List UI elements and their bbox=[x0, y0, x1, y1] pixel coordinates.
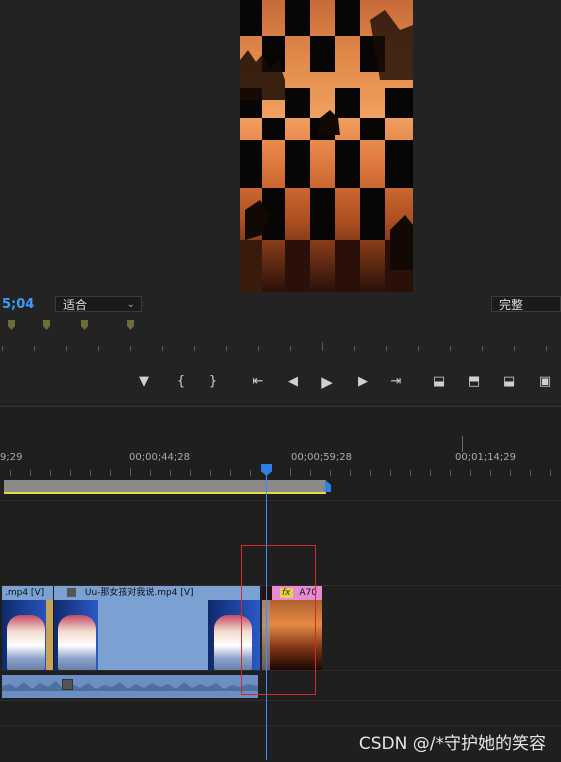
marker-icon[interactable] bbox=[81, 320, 88, 330]
go-to-in-icon: ⇤ bbox=[252, 374, 264, 389]
extract-icon: ⬒ bbox=[467, 374, 481, 389]
insert-button[interactable]: ⬓ bbox=[499, 371, 519, 393]
ruler-time: 9;29 bbox=[0, 452, 23, 463]
zoom-fit-dropdown[interactable]: 适合 ⌄ bbox=[55, 296, 142, 312]
highlight-box bbox=[241, 545, 316, 695]
play-icon: ▶ bbox=[321, 373, 333, 391]
step-back-button[interactable]: ◀ bbox=[283, 371, 303, 393]
resolution-dropdown[interactable]: 完整 bbox=[491, 296, 561, 312]
go-to-out-icon: ⇥ bbox=[390, 374, 402, 389]
step-forward-icon: ▶ bbox=[358, 374, 368, 389]
mark-out-button[interactable]: } bbox=[203, 371, 223, 393]
insert-icon: ⬓ bbox=[502, 374, 516, 389]
playhead-timecode[interactable]: 5;04 bbox=[2, 297, 34, 312]
marker-icon[interactable] bbox=[8, 320, 15, 330]
video-preview bbox=[240, 0, 413, 292]
clip-thumbnail bbox=[7, 615, 45, 670]
clip-name: Uu-那女孩对我说.mp4 [V] bbox=[84, 588, 194, 598]
clip-label: .mp4 [V] bbox=[5, 588, 45, 598]
clip-label: Uu-那女孩对我说.mp4 [V] bbox=[64, 586, 194, 600]
timeline-ruler[interactable] bbox=[0, 468, 561, 478]
play-button[interactable]: ▶ bbox=[317, 371, 337, 393]
marker-icon[interactable] bbox=[127, 320, 134, 330]
video-clip[interactable]: Uu-那女孩对我说.mp4 [V] bbox=[54, 586, 260, 670]
watermark: CSDN @/*守护她的笑容 bbox=[358, 734, 546, 754]
mark-in-icon: { bbox=[176, 374, 186, 389]
camera-icon: ▣ bbox=[538, 374, 552, 389]
export-frame-button[interactable]: ▣ bbox=[535, 371, 555, 393]
ruler-time: 00;00;44;28 bbox=[129, 452, 191, 463]
ruler-time: 00;00;59;28 bbox=[291, 452, 353, 463]
add-marker-button[interactable]: ▼ bbox=[134, 371, 154, 393]
clip-thumbnail bbox=[58, 615, 96, 670]
video-clip[interactable]: .mp4 [V] bbox=[2, 586, 53, 670]
go-to-out-button[interactable]: ⇥ bbox=[386, 371, 406, 393]
ruler-time: 00;01;14;29 bbox=[455, 452, 517, 463]
step-forward-button[interactable]: ▶ bbox=[353, 371, 373, 393]
monitor-time-ruler[interactable] bbox=[0, 338, 561, 352]
mark-out-icon: } bbox=[208, 374, 218, 389]
go-to-in-button[interactable]: ⇤ bbox=[248, 371, 268, 393]
rendered-indicator bbox=[4, 492, 326, 494]
lift-button[interactable]: ⬓ bbox=[429, 371, 449, 393]
fx-icon bbox=[62, 679, 73, 690]
zoom-fit-label: 适合 bbox=[63, 298, 88, 312]
mark-in-button[interactable]: { bbox=[171, 371, 191, 393]
step-back-icon: ◀ bbox=[288, 374, 298, 389]
lift-icon: ⬓ bbox=[432, 374, 446, 389]
resolution-label: 完整 bbox=[499, 298, 524, 312]
audio-clip[interactable] bbox=[2, 675, 258, 698]
program-monitor: 5;04 适合 ⌄ 完整 ▼ { } ⇤ ◀ ▶ ▶ ⇥ ⬓ ⬒ ⬓ ▣ bbox=[0, 0, 561, 403]
fx-icon bbox=[67, 588, 76, 597]
marker-icon[interactable] bbox=[43, 320, 50, 330]
chevron-down-icon: ⌄ bbox=[126, 299, 135, 310]
marker-icon: ▼ bbox=[139, 374, 149, 389]
work-area-bar[interactable] bbox=[4, 480, 326, 492]
extract-button[interactable]: ⬒ bbox=[464, 371, 484, 393]
